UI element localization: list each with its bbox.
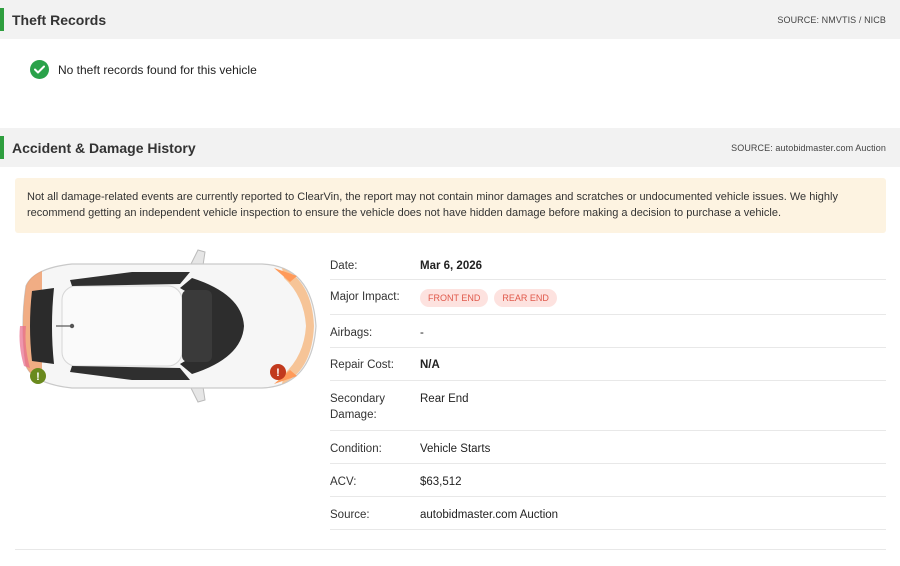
section-accent-bar: [0, 136, 4, 159]
detail-label: ACV:: [330, 476, 357, 488]
impact-badge: FRONT END: [420, 289, 489, 307]
detail-row-condition: Condition: Vehicle Starts: [330, 431, 886, 464]
section-title: Theft Records: [12, 11, 107, 28]
section-source: SOURCE: NMVTIS / NICB: [777, 14, 886, 25]
detail-row-airbags: Airbags: -: [330, 315, 886, 348]
no-theft-records: No theft records found for this vehicle: [30, 60, 257, 79]
detail-label: Date:: [330, 260, 358, 272]
svg-text:!: !: [36, 371, 40, 383]
svg-text:!: !: [276, 367, 280, 379]
detail-row-date: Date: Mar 6, 2026: [330, 248, 886, 280]
detail-value: N/A: [420, 359, 440, 371]
detail-value: Rear End: [420, 393, 469, 405]
damage-disclaimer-notice: Not all damage-related events are curren…: [15, 178, 886, 233]
detail-row-secondary-damage: Secondary Damage: Rear End: [330, 381, 886, 431]
detail-value: Mar 6, 2026: [420, 260, 483, 272]
check-circle-icon: [30, 60, 49, 79]
detail-value: Vehicle Starts: [420, 443, 491, 455]
section-source: SOURCE: autobidmaster.com Auction: [731, 142, 886, 153]
detail-label: Repair Cost:: [330, 359, 394, 371]
theft-records-header: Theft Records SOURCE: NMVTIS / NICB: [0, 0, 900, 39]
car-damage-diagram: ! !: [12, 246, 318, 406]
section-accent-bar: [0, 8, 4, 31]
detail-label: Airbags:: [330, 327, 373, 339]
detail-label: Condition:: [330, 443, 382, 455]
car-top-view-icon: ! !: [19, 249, 317, 403]
detail-label: Source:: [330, 509, 370, 521]
section-title: Accident & Damage History: [12, 139, 196, 156]
detail-value: FRONT END REAR END: [420, 289, 563, 307]
no-records-text: No theft records found for this vehicle: [58, 62, 257, 77]
detail-value: autobidmaster.com Auction: [420, 509, 559, 521]
detail-value: -: [420, 327, 424, 339]
detail-row-source: Source: autobidmaster.com Auction: [330, 497, 886, 530]
impact-badge: REAR END: [494, 289, 557, 307]
detail-row-major-impact: Major Impact: FRONT END REAR END: [330, 280, 886, 315]
damage-details-table: Date: Mar 6, 2026 Major Impact: FRONT EN…: [330, 248, 886, 530]
section-divider: [15, 549, 886, 550]
detail-label: Major Impact:: [330, 291, 400, 303]
detail-row-repair-cost: Repair Cost: N/A: [330, 348, 886, 381]
detail-row-acv: ACV: $63,512: [330, 464, 886, 497]
detail-label: Secondary Damage:: [330, 393, 385, 421]
accident-history-header: Accident & Damage History SOURCE: autobi…: [0, 128, 900, 167]
detail-value: $63,512: [420, 476, 462, 488]
